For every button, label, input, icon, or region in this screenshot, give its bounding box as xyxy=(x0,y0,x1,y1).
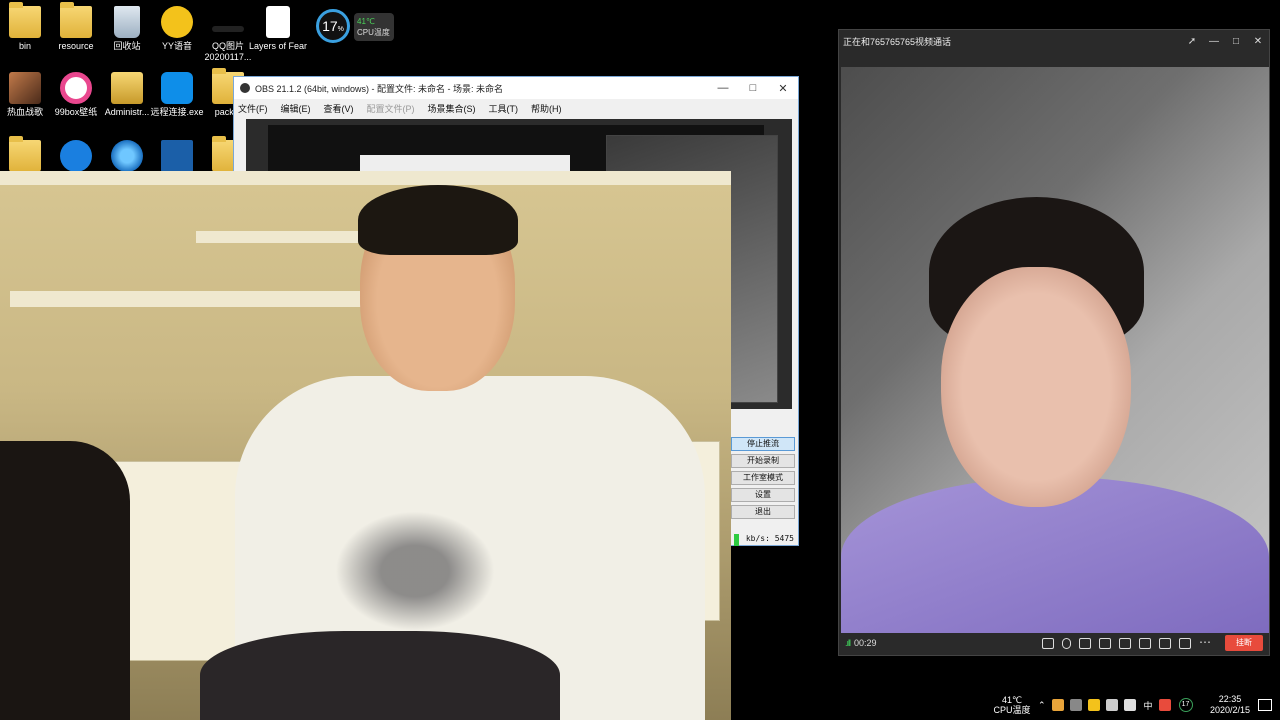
cpu-temp-box: 41℃ CPU温度 xyxy=(354,13,394,41)
settings-button[interactable]: 设置 xyxy=(731,488,795,502)
yy-icon xyxy=(161,6,193,38)
menu-scene-collection[interactable]: 场景集合(S) xyxy=(428,102,476,115)
volume-icon[interactable] xyxy=(1123,699,1136,711)
dark-object xyxy=(0,441,130,720)
cpu-temp-value: 41℃ xyxy=(357,17,375,26)
ime-indicator[interactable]: 中 xyxy=(1144,699,1153,712)
menu-help[interactable]: 帮助(H) xyxy=(531,102,562,115)
call-title: 正在和765765765视频通话 xyxy=(843,36,952,47)
menu-file[interactable]: 文件(F) xyxy=(238,102,268,115)
clock[interactable]: 22:35 2020/2/15 xyxy=(1210,694,1250,716)
call-duration: 00:29 xyxy=(854,638,877,648)
cloud-app-icon xyxy=(60,140,92,172)
desktop: bin resource 回收站 YY语音 QQ图片20200117... La… xyxy=(0,0,1280,720)
tray-cpu-temp-value: 41℃ xyxy=(1001,695,1023,705)
game-icon xyxy=(9,72,41,104)
effects-icon[interactable] xyxy=(1139,637,1151,649)
maximize-button[interactable]: □ xyxy=(738,82,768,94)
video-call-window[interactable]: 正在和765765765视频通话 ➚ — □ ✕ .ıll 00:29 ⋯ 挂断 xyxy=(838,29,1270,656)
cpu-temp-label: CPU温度 xyxy=(357,28,390,37)
tshirt-print xyxy=(335,511,495,631)
cpu-usage-unit: % xyxy=(337,26,344,33)
obs-menubar: 文件(F) 编辑(E) 查看(V) 配置文件(P) 场景集合(S) 工具(T) … xyxy=(234,99,798,117)
yy-tray-icon[interactable] xyxy=(1087,699,1100,711)
shelf-middle xyxy=(10,291,390,307)
tray-app-icon[interactable] xyxy=(1051,699,1064,711)
obs-logo-icon xyxy=(240,83,250,93)
teamviewer-icon xyxy=(161,72,193,104)
minimize-button[interactable]: — xyxy=(1203,36,1225,47)
menu-profile[interactable]: 配置文件(P) xyxy=(367,102,415,115)
obs-bitrate-status: kb/s: 5475 xyxy=(733,534,794,546)
notification-icon[interactable] xyxy=(1258,699,1272,711)
call-controls: ⋯ xyxy=(1042,636,1211,649)
camera-off-icon[interactable] xyxy=(1099,637,1111,649)
snapshot-icon[interactable] xyxy=(1119,637,1131,649)
close-button[interactable]: ✕ xyxy=(1247,36,1269,47)
start-recording-button[interactable]: 开始录制 xyxy=(731,454,795,468)
folder-icon xyxy=(9,136,41,172)
pin-icon[interactable]: ➚ xyxy=(1181,36,1203,47)
desktop-icon-layers-of-fear[interactable]: Layers of Fear xyxy=(247,6,309,52)
remote-person-face xyxy=(941,267,1131,507)
99box-icon xyxy=(60,72,92,104)
folder-icon xyxy=(60,2,92,38)
whiteboard-icon[interactable] xyxy=(1179,637,1191,649)
close-button[interactable]: ✕ xyxy=(768,82,798,95)
desktop-icon-label: Layers of Fear xyxy=(248,41,308,51)
badge-icon[interactable]: 17 xyxy=(1178,698,1193,712)
more-icon[interactable]: ⋯ xyxy=(1199,636,1211,649)
tray-app-icon[interactable] xyxy=(1069,699,1082,711)
clock-time: 22:35 xyxy=(1218,694,1242,704)
document-icon xyxy=(266,6,290,38)
tray-cpu-temp-label: CPU温度 xyxy=(993,705,1031,715)
kx-app-icon xyxy=(161,140,193,172)
menu-edit[interactable]: 编辑(E) xyxy=(281,102,311,115)
call-toolbar: .ıll 00:29 ⋯ 挂断 xyxy=(839,631,1269,655)
shelf-top xyxy=(0,171,731,185)
microphone-icon[interactable] xyxy=(1062,637,1071,649)
shelf-box xyxy=(196,231,366,243)
webcam-overlay xyxy=(0,171,731,720)
clock-date: 2020/2/15 xyxy=(1209,705,1250,715)
tray-cpu-temp[interactable]: 41℃ CPU温度 xyxy=(990,695,1034,715)
call-video xyxy=(841,67,1269,633)
hangup-button[interactable]: 挂断 xyxy=(1225,635,1263,651)
obs-titlebar[interactable]: OBS 21.1.2 (64bit, windows) - 配置文件: 未命名 … xyxy=(234,77,798,99)
recycle-bin-icon xyxy=(114,6,140,38)
network-icon[interactable] xyxy=(1105,699,1118,711)
stop-streaming-button[interactable]: 停止推流 xyxy=(731,437,795,451)
cpu-usage-value: 17 xyxy=(322,18,338,34)
screen-share-icon[interactable] xyxy=(1042,637,1054,649)
layout-icon[interactable] xyxy=(1159,637,1171,649)
folder-icon xyxy=(9,2,41,38)
menu-tools[interactable]: 工具(T) xyxy=(489,102,519,115)
speaker-icon[interactable] xyxy=(1079,637,1091,649)
obs-title: OBS 21.1.2 (64bit, windows) - 配置文件: 未命名 … xyxy=(255,83,504,94)
maximize-button[interactable]: □ xyxy=(1225,36,1247,47)
dark-jacket xyxy=(200,631,560,720)
image-file-icon xyxy=(212,26,244,32)
internet-explorer-icon xyxy=(111,140,143,172)
folder-icon xyxy=(111,72,143,104)
studio-mode-button[interactable]: 工作室模式 xyxy=(731,471,795,485)
call-titlebar[interactable]: 正在和765765765视频通话 ➚ — □ ✕ xyxy=(839,30,1269,52)
signal-icon: .ıll xyxy=(845,638,851,648)
cpu-usage-ring: 17% xyxy=(316,9,350,43)
sogou-icon[interactable] xyxy=(1158,699,1171,711)
exit-button[interactable]: 退出 xyxy=(731,505,795,519)
show-hidden-icons-icon[interactable]: ⌃ xyxy=(1038,700,1046,711)
cpu-widget: 17% 41℃ CPU温度 xyxy=(316,9,394,43)
person-hair xyxy=(358,185,518,255)
menu-view[interactable]: 查看(V) xyxy=(324,102,354,115)
system-tray: 41℃ CPU温度 ⌃ 中 17 22:35 2020/2/15 xyxy=(990,690,1280,720)
minimize-button[interactable]: — xyxy=(708,82,738,94)
